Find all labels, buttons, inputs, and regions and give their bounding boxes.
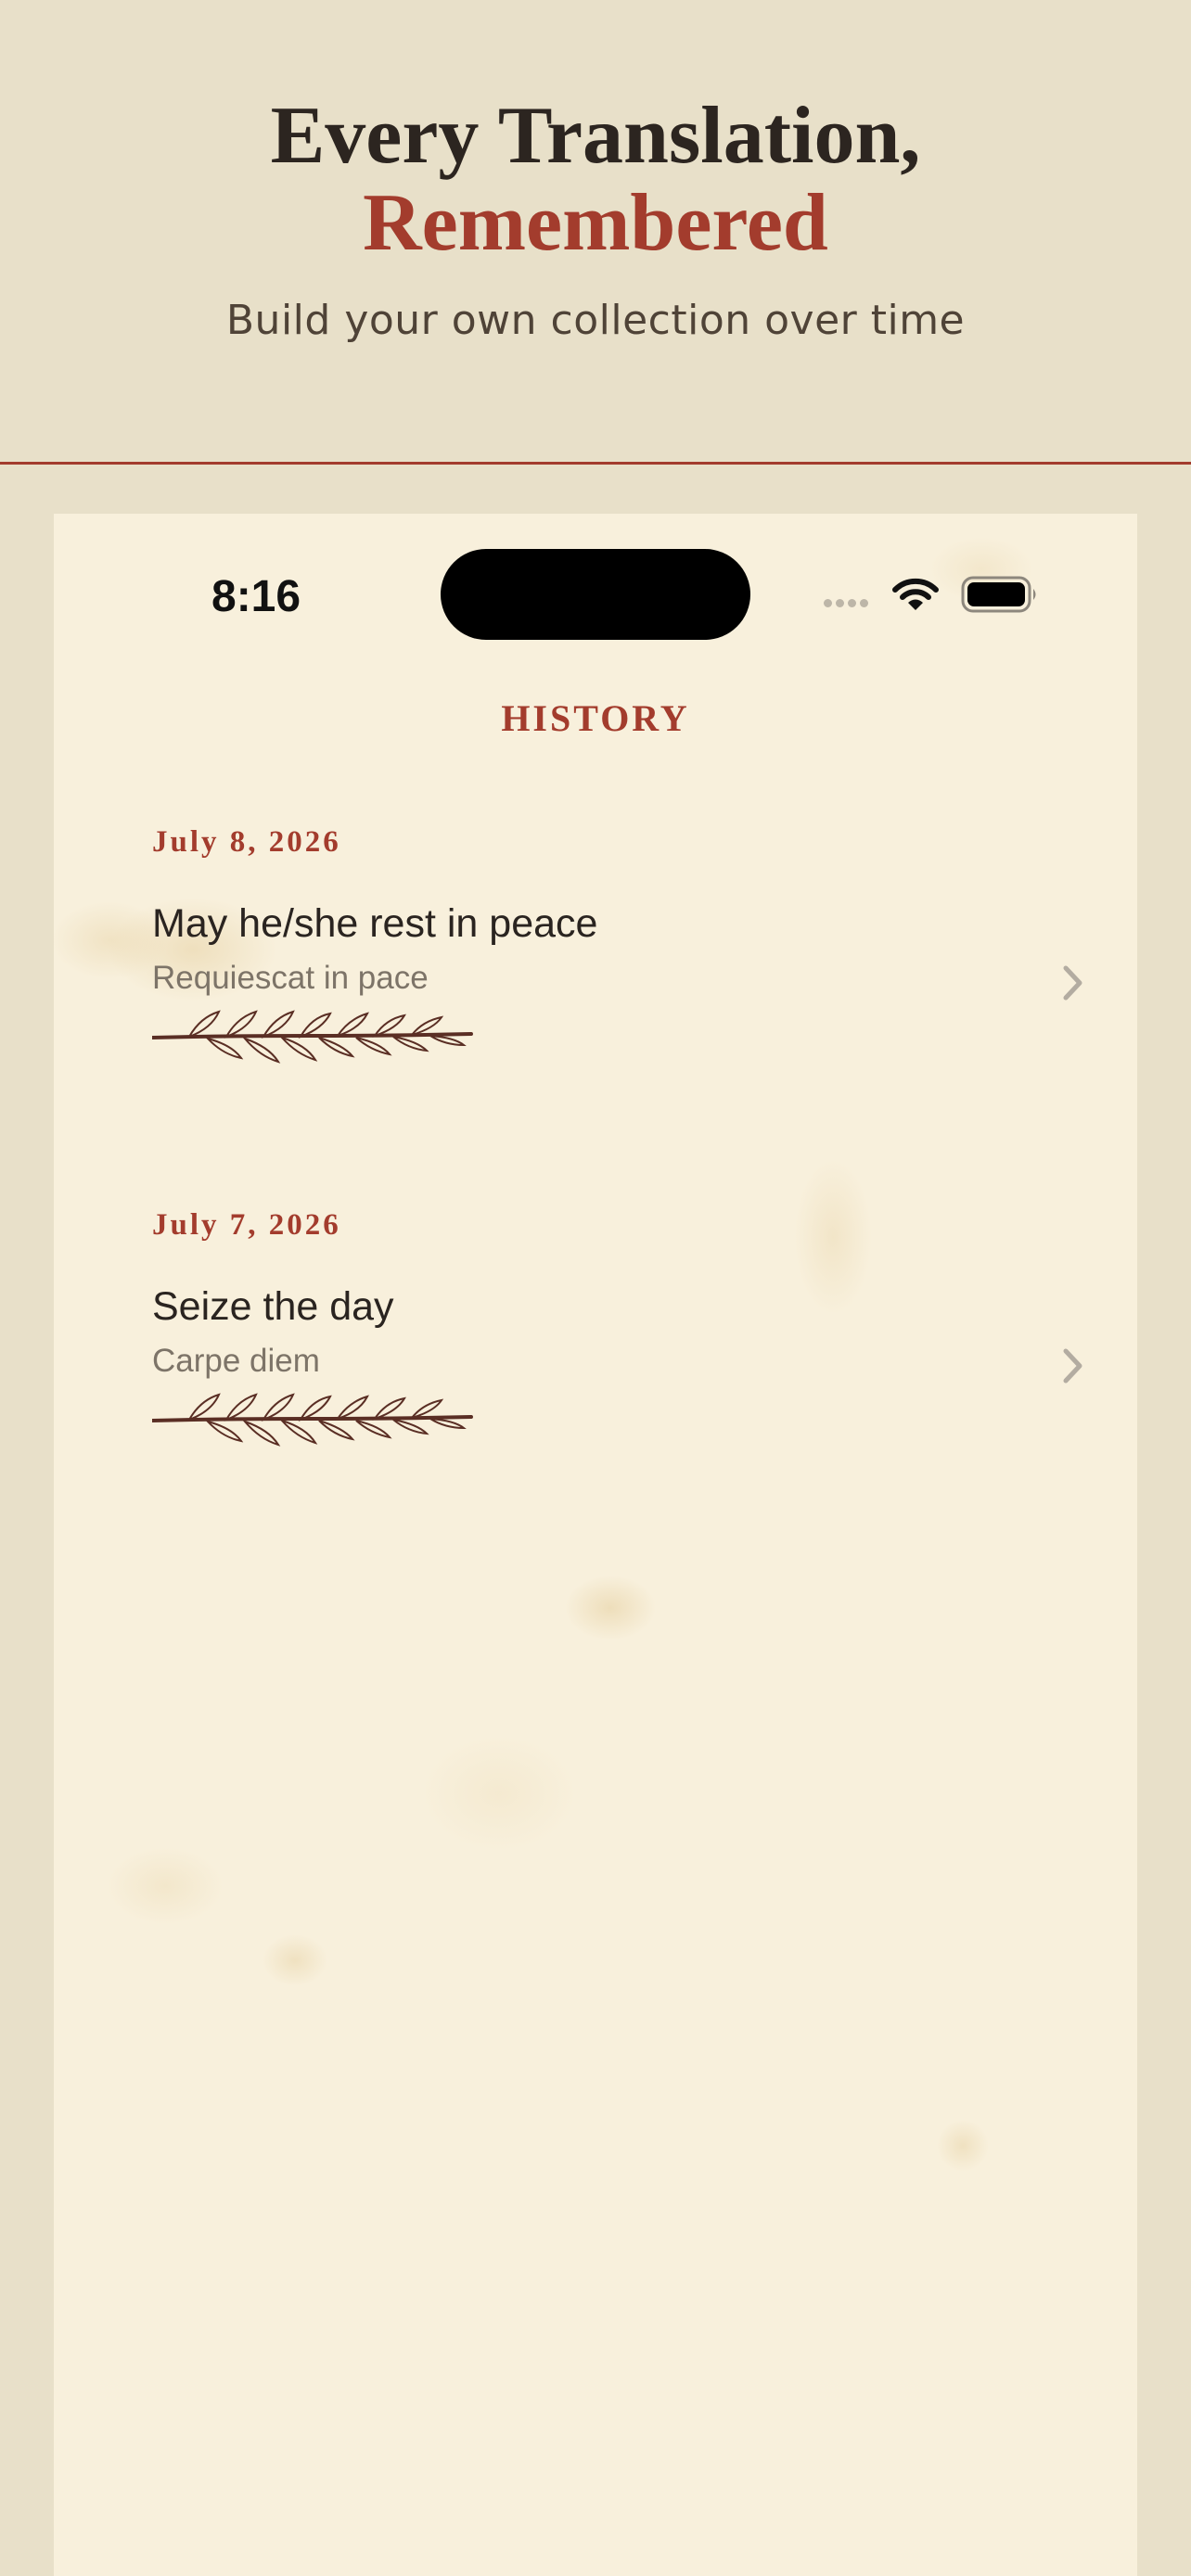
screen-title: HISTORY	[501, 697, 690, 739]
dynamic-island	[441, 549, 750, 640]
laurel-branch-icon	[152, 1393, 473, 1447]
battery-icon	[961, 576, 1036, 613]
promo-headline-line1: Every Translation,	[270, 91, 921, 181]
history-item[interactable]: May he/she rest in peace Requiescat in p…	[152, 899, 1098, 1103]
history-item-latin: Requiescat in pace	[152, 960, 429, 996]
promo-divider	[0, 462, 1191, 465]
status-bar-time: 8:16	[211, 572, 301, 621]
chevron-right-icon[interactable]	[1061, 1346, 1085, 1385]
history-screen: 8:16 HISTORY July 8, 2026 May he/she res…	[54, 514, 1137, 2576]
chevron-right-icon[interactable]	[1061, 963, 1085, 1002]
promo-headline-line2: Remembered	[363, 178, 828, 268]
history-section-1: July 8, 2026 May he/she rest in peace Re…	[152, 823, 1098, 1101]
cellular-signal-icon	[824, 599, 868, 607]
history-item-latin: Carpe diem	[152, 1343, 320, 1379]
history-item[interactable]: Seize the day Carpe diem	[152, 1282, 1098, 1486]
history-date-heading: July 7, 2026	[152, 1208, 341, 1242]
promo-header: Every Translation, Remembered Build your…	[0, 0, 1191, 464]
promo-headline: Every Translation, Remembered	[0, 93, 1191, 267]
promo-subtitle: Build your own collection over time	[225, 297, 966, 344]
history-item-english: Seize the day	[152, 1284, 394, 1329]
history-item-english: May he/she rest in peace	[152, 901, 598, 946]
wifi-icon	[892, 578, 939, 610]
laurel-branch-icon	[152, 1010, 473, 1064]
history-section-2: July 7, 2026 Seize the day Carpe diem	[152, 1205, 1098, 1484]
history-date-heading: July 8, 2026	[152, 825, 341, 859]
